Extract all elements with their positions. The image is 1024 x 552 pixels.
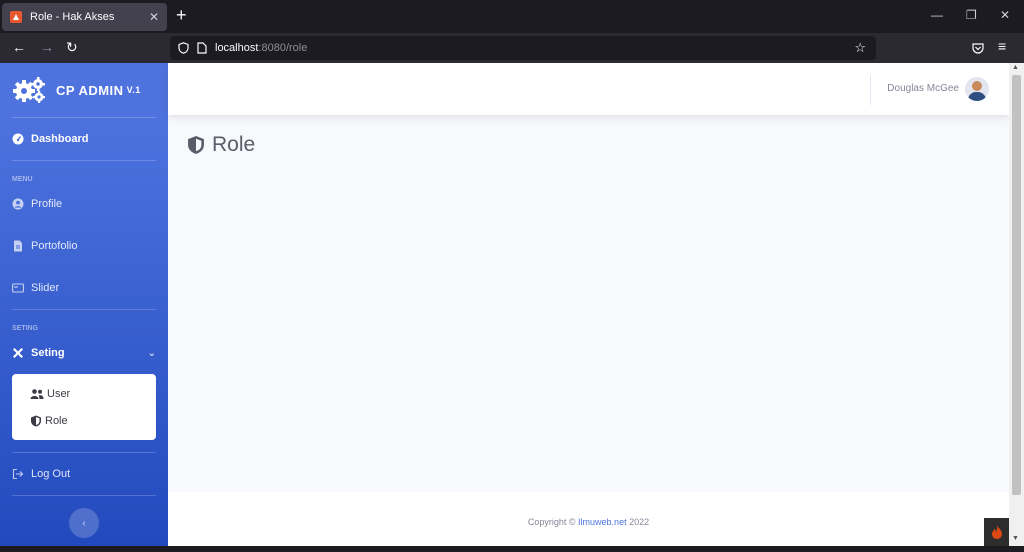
sidebar-item-seting[interactable]: Seting ⌄ (0, 332, 168, 374)
tools-icon (13, 348, 23, 358)
url-bar[interactable]: localhost:8080/role ☆ (170, 36, 876, 60)
bookmark-star-icon[interactable]: ☆ (854, 40, 866, 56)
divider (12, 495, 156, 496)
sidebar-item-dashboard[interactable]: Dashboard (0, 118, 168, 160)
chevron-down-icon: ⌄ (147, 347, 156, 359)
sidebar-item-portofolio[interactable]: Portofolio (0, 225, 168, 267)
flame-icon (991, 525, 1002, 539)
new-tab-button[interactable]: + (176, 5, 187, 26)
copyright-prefix: Copyright © (527, 517, 579, 527)
shield-icon (178, 42, 189, 54)
favicon-icon (10, 11, 22, 23)
page-icon (197, 42, 207, 54)
menu-heading: MENU (12, 176, 33, 183)
url-host: localhost (215, 42, 259, 54)
brand-version: V.1 (126, 85, 141, 95)
minimize-icon[interactable]: — (931, 8, 943, 22)
image-icon (12, 283, 24, 293)
footer-link[interactable]: Ilmuweb.net (578, 517, 627, 527)
seting-submenu: User Role (12, 374, 156, 440)
sidebar-item-label: Profile (31, 198, 63, 210)
copyright-suffix: 2022 (626, 517, 650, 527)
scroll-thumb[interactable] (1012, 75, 1021, 495)
submenu-item-label: Role (45, 414, 68, 427)
footer: Copyright © Ilmuweb.net 2022 (168, 492, 1009, 546)
browser-navbar: ← → ↻ localhost:8080/role ☆ ≡ (0, 33, 1024, 63)
sidebar-item-slider[interactable]: Slider (0, 267, 168, 309)
sidebar-toggle-button[interactable]: ‹ (69, 508, 99, 538)
shield-alt-icon (188, 136, 204, 154)
sidebar-item-logout[interactable]: Log Out (0, 453, 168, 495)
submenu-item-label: User (47, 387, 71, 400)
seting-heading: SETING (12, 325, 39, 332)
forward-icon[interactable]: → (40, 39, 54, 55)
submenu-item-role[interactable]: Role (12, 407, 156, 434)
file-icon (14, 240, 22, 252)
users-icon (30, 388, 44, 399)
avatar[interactable] (965, 77, 989, 101)
scroll-down-icon[interactable]: ▼ (1012, 535, 1019, 542)
close-tab-icon[interactable]: ✕ (149, 10, 159, 24)
tab-title: Role - Hak Akses (30, 11, 115, 23)
sidebar: CP ADMIN V.1 Dashboard MENU Profile Porto… (0, 63, 168, 546)
page-title-wrapper: Role (187, 133, 255, 157)
tachometer-icon (12, 133, 24, 145)
shield-alt-icon (31, 415, 41, 426)
topbar-divider (870, 75, 871, 105)
restore-icon[interactable]: ❐ (966, 8, 977, 22)
sidebar-item-label: Seting (31, 347, 65, 359)
sidebar-item-label: Slider (31, 282, 60, 294)
browser-tabbar: Role - Hak Akses ✕ + — ❐ ✕ (0, 0, 1024, 33)
reload-icon[interactable]: ↻ (66, 39, 78, 56)
back-icon[interactable]: ← (12, 39, 26, 55)
browser-tab[interactable]: Role - Hak Akses ✕ (2, 3, 167, 31)
sign-out-icon (12, 468, 24, 480)
user-circle-icon (12, 198, 24, 210)
scrollbar[interactable]: ▲ ▼ (1009, 63, 1024, 546)
menu-icon[interactable]: ≡ (998, 38, 1006, 54)
user-name[interactable]: Douglas McGee (887, 83, 959, 94)
sidebar-item-label: Log Out (31, 468, 71, 480)
page-title: Role (212, 133, 256, 156)
debug-toolbar-button[interactable] (984, 518, 1009, 546)
brand[interactable]: CP ADMIN V.1 (0, 63, 168, 117)
pocket-icon[interactable] (972, 42, 984, 54)
sidebar-item-profile[interactable]: Profile (0, 183, 168, 225)
sidebar-item-label: Dashboard (31, 133, 89, 145)
cogs-icon (13, 77, 45, 103)
close-window-icon[interactable]: ✕ (1000, 8, 1010, 22)
brand-text: CP ADMIN (56, 82, 124, 98)
topbar: Douglas McGee (168, 63, 1009, 115)
app: CP ADMIN V.1 Dashboard MENU Profile Porto… (0, 63, 1024, 546)
url-path: :8080/role (258, 42, 308, 54)
submenu-item-user[interactable]: User (12, 380, 156, 407)
sidebar-item-label: Portofolio (31, 240, 78, 252)
scroll-up-icon[interactable]: ▲ (1012, 64, 1019, 71)
